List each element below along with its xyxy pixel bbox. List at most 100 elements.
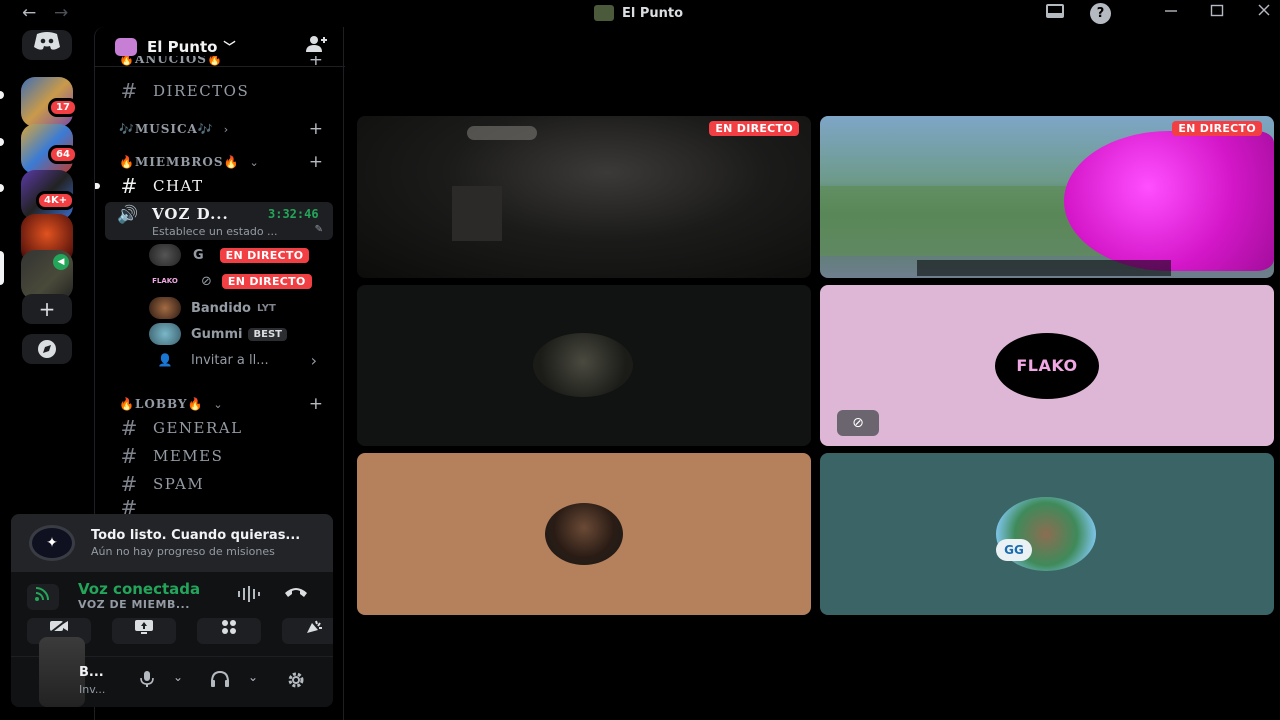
back-arrow-icon[interactable]: ← xyxy=(22,3,36,23)
activities-icon[interactable] xyxy=(197,618,261,644)
category-lobby[interactable]: 🔥LOBBY🔥 ⌄ + xyxy=(95,392,345,416)
disconnect-icon[interactable] xyxy=(284,584,308,603)
mention-badge: 64 xyxy=(48,145,78,164)
headphones-icon[interactable] xyxy=(209,670,231,692)
channel-chat[interactable]: # CHAT xyxy=(95,174,345,198)
voice-connection: Voz conectada VOZ DE MIEMB... xyxy=(11,576,333,616)
video-tile-3[interactable] xyxy=(357,285,811,446)
stream-tile-2[interactable]: EN DIRECTO xyxy=(820,116,1274,278)
discord-home-icon[interactable] xyxy=(22,30,72,60)
user-panel: ✦ Todo listo. Cuando quieras... Aún no h… xyxy=(11,514,333,707)
hash-icon: # xyxy=(120,444,138,468)
category-miembros[interactable]: 🔥MIEMBROS🔥 ⌄ + xyxy=(95,150,345,174)
voice-status[interactable]: Establece un estado ... xyxy=(152,225,278,238)
add-channel-icon[interactable]: + xyxy=(309,152,323,172)
activity-tag: BEST xyxy=(248,327,287,341)
voice-user-bandido[interactable]: Bandido LYT xyxy=(149,297,339,319)
add-channel-icon[interactable]: + xyxy=(309,119,323,139)
guild-name: El Punto xyxy=(147,37,218,56)
invite-to-voice[interactable]: 👤 Invitar a ll... › xyxy=(149,349,339,371)
unread-pill xyxy=(0,91,4,99)
voice-user-g[interactable]: G EN DIRECTO xyxy=(149,244,339,266)
door-shape xyxy=(452,186,502,241)
add-channel-icon[interactable]: + xyxy=(309,56,323,70)
hash-icon: # xyxy=(120,472,138,496)
avatar xyxy=(533,333,633,397)
live-badge: EN DIRECTO xyxy=(1172,121,1262,136)
noise-suppression-icon[interactable] xyxy=(237,586,263,606)
close-icon[interactable] xyxy=(1256,3,1272,23)
title-bar: ← → El Punto ? xyxy=(0,0,1280,27)
hash-icon: # xyxy=(120,174,138,198)
guild-icon xyxy=(115,37,137,56)
video-tile-flako[interactable]: FLAKO ⊘ xyxy=(820,285,1274,446)
quest-subtitle: Aún no hay progreso de misiones xyxy=(91,545,275,558)
avatar xyxy=(545,503,623,565)
category-musica[interactable]: 🎶MUSICA🎶 › + xyxy=(95,117,345,141)
user-bar: B... Inv... ⌄ ⌄ xyxy=(11,637,333,707)
voice-speaker-icon: ◀ xyxy=(53,254,69,270)
pencil-icon[interactable]: ✎ xyxy=(315,224,323,235)
quest-banner[interactable]: ✦ Todo listo. Cuando quieras... Aún no h… xyxy=(11,514,333,572)
add-server-icon[interactable]: + xyxy=(22,294,72,324)
live-badge: EN DIRECTO xyxy=(709,121,799,136)
video-tile-gummi[interactable]: GG xyxy=(820,453,1274,615)
mention-badge: 4K+ xyxy=(36,191,76,210)
add-channel-icon[interactable]: + xyxy=(309,394,323,414)
voice-channel-label[interactable]: VOZ DE MIEMB... xyxy=(78,598,190,611)
voice-user-flako[interactable]: FLAKO ⊘ EN DIRECTO xyxy=(149,270,339,292)
settings-gear-icon[interactable] xyxy=(286,670,306,694)
chevron-down-icon: ﹀ xyxy=(223,40,236,54)
user-name[interactable]: B... xyxy=(79,665,104,680)
window-title-text: El Punto xyxy=(622,5,684,21)
chevron-down-icon: ⌄ xyxy=(213,397,223,411)
paint-splat xyxy=(1064,131,1274,271)
chevron-down-icon: ⌄ xyxy=(249,155,259,169)
unread-pill xyxy=(0,184,4,192)
hash-icon: # xyxy=(120,416,138,440)
server-icon-el-punto[interactable]: ◀ xyxy=(21,250,73,300)
game-hud xyxy=(917,260,1171,276)
user-status[interactable]: Inv... xyxy=(79,683,105,696)
live-badge: EN DIRECTO xyxy=(221,273,312,289)
speaker-icon: 🔊 xyxy=(117,205,139,225)
channel-general[interactable]: # GENERAL xyxy=(95,416,345,440)
flako-logo: FLAKO xyxy=(995,333,1099,399)
forward-arrow-icon[interactable]: → xyxy=(54,3,68,23)
chevron-right-icon: › xyxy=(223,122,229,136)
chevron-down-icon[interactable]: ⌄ xyxy=(173,670,183,684)
maximize-icon[interactable] xyxy=(1209,3,1225,23)
quest-title: Todo listo. Cuando quieras... xyxy=(91,528,301,543)
hash-icon: # xyxy=(120,500,138,514)
soundboard-icon[interactable] xyxy=(282,618,333,644)
chevron-down-icon[interactable]: ⌄ xyxy=(248,670,258,684)
signal-icon[interactable] xyxy=(27,584,59,610)
voice-channel[interactable]: 🔊 VOZ D... 3:32:46 Establece un estado .… xyxy=(105,202,333,240)
avatar xyxy=(149,244,181,266)
add-person-icon: 👤 xyxy=(157,353,173,367)
voice-connected-label[interactable]: Voz conectada xyxy=(78,580,200,598)
help-icon[interactable]: ? xyxy=(1090,3,1111,24)
category-anuncios[interactable]: 🔥ANUCIOS🔥 + xyxy=(95,56,345,70)
voice-user-gummi[interactable]: Gummi BEST xyxy=(149,323,339,345)
avatar: FLAKO xyxy=(149,270,181,292)
discover-icon[interactable] xyxy=(22,334,72,364)
channel-memes[interactable]: # MEMES xyxy=(95,444,345,468)
microphone-icon[interactable] xyxy=(139,670,155,692)
add-member-icon[interactable] xyxy=(305,35,327,58)
video-tile-bandido[interactable] xyxy=(357,453,811,615)
screen-share-icon[interactable] xyxy=(112,618,176,644)
inbox-icon[interactable] xyxy=(1044,3,1066,23)
deafened-icon: ⊘ xyxy=(201,273,212,289)
stream-tile-1[interactable]: EN DIRECTO xyxy=(357,116,811,278)
channel-partial[interactable]: # xyxy=(95,500,345,514)
channel-spam[interactable]: # SPAM xyxy=(95,472,345,496)
gg-tag: GG xyxy=(996,539,1032,561)
ceiling-light xyxy=(467,126,537,140)
quest-compass-icon: ✦ xyxy=(29,525,75,561)
avatar xyxy=(149,323,181,345)
minimize-icon[interactable] xyxy=(1163,3,1179,23)
mention-badge: 17 xyxy=(48,98,78,117)
channel-directos[interactable]: # DIRECTOS xyxy=(95,79,345,103)
deafened-icon: ⊘ xyxy=(837,410,879,436)
